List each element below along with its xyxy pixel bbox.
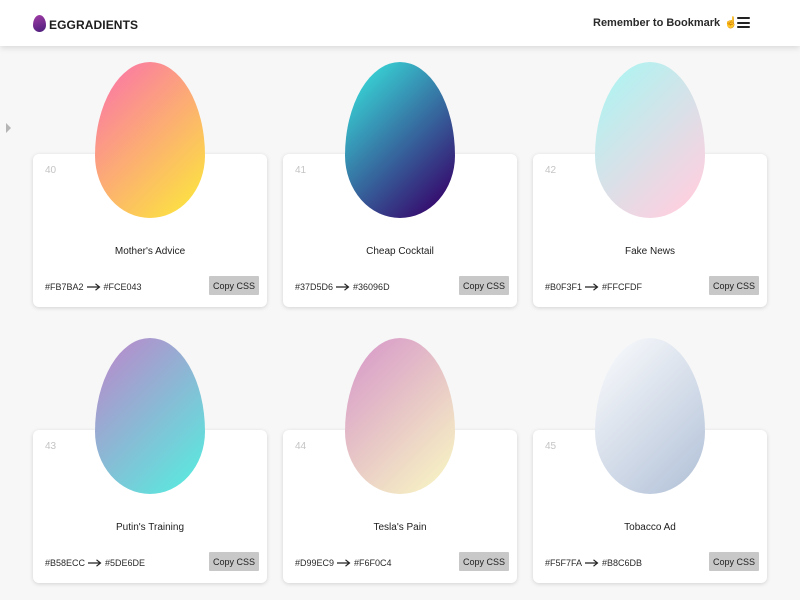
- gradient-title: Tobacco Ad: [624, 522, 676, 533]
- copy-css-button[interactable]: Copy CSS: [459, 552, 509, 571]
- bookmark-reminder: Remember to Bookmark ☝: [593, 16, 738, 29]
- menu-line: [737, 21, 750, 24]
- brand-title[interactable]: EGGRADIENTS: [49, 18, 138, 32]
- color-from: #37D5D6: [295, 282, 334, 292]
- color-to: #FCE043: [103, 282, 142, 292]
- color-from: #B58ECC: [45, 558, 86, 568]
- copy-css-button[interactable]: Copy CSS: [209, 552, 259, 571]
- color-to: #FFCFDF: [602, 282, 643, 292]
- color-to: #F6F0C4: [354, 558, 392, 568]
- egg-logo-icon[interactable]: [33, 15, 46, 32]
- color-to: #36096D: [353, 282, 390, 292]
- color-to: #B8C6DB: [602, 558, 643, 568]
- gradient-title: Tesla's Pain: [373, 522, 427, 533]
- gradient-egg-preview[interactable]: [95, 338, 205, 494]
- arrow-right-icon: [336, 283, 350, 291]
- copy-css-button[interactable]: Copy CSS: [709, 552, 759, 571]
- gradient-number: 41: [295, 165, 307, 176]
- gradient-title: Fake News: [624, 246, 675, 257]
- gradient-number: 43: [45, 441, 57, 452]
- arrow-right-icon: [585, 559, 599, 567]
- gradient-colors: #B0F3F1 #FFCFDF: [545, 282, 642, 292]
- color-from: #FB7BA2: [45, 282, 84, 292]
- gradient-egg-preview[interactable]: [345, 62, 455, 218]
- bookmark-text: Remember to Bookmark: [593, 17, 721, 29]
- color-from: #B0F3F1: [545, 282, 583, 292]
- gradient-egg-preview[interactable]: [595, 338, 705, 494]
- gradient-number: 45: [545, 441, 557, 452]
- gradient-colors: #B58ECC #5DE6DE: [45, 558, 145, 568]
- menu-line: [737, 17, 750, 19]
- gradient-colors: #FB7BA2 #FCE043: [45, 282, 142, 292]
- gradient-title: Mother's Advice: [114, 246, 186, 257]
- gradient-title: Putin's Training: [115, 522, 185, 533]
- gradient-colors: #37D5D6 #36096D: [295, 282, 390, 292]
- color-to: #5DE6DE: [105, 558, 146, 568]
- copy-css-button[interactable]: Copy CSS: [209, 276, 259, 295]
- gradient-number: 44: [295, 441, 307, 452]
- arrow-right-icon: [86, 283, 100, 291]
- top-bar: EGGRADIENTS Remember to Bookmark ☝: [0, 0, 800, 46]
- copy-css-button[interactable]: Copy CSS: [709, 276, 759, 295]
- copy-css-button[interactable]: Copy CSS: [459, 276, 509, 295]
- gradient-egg-preview[interactable]: [95, 62, 205, 218]
- gradient-colors: #D99EC9 #F6F0C4: [295, 558, 392, 568]
- gradient-number: 42: [545, 165, 557, 176]
- color-from: #D99EC9: [295, 558, 335, 568]
- gradient-egg-preview[interactable]: [595, 62, 705, 218]
- arrow-right-icon: [88, 559, 102, 567]
- sidebar-toggle-arrow-icon[interactable]: [6, 123, 11, 133]
- gradient-colors: #F5F7FA #B8C6DB: [545, 558, 642, 568]
- arrow-right-icon: [337, 559, 351, 567]
- gradient-egg-preview[interactable]: [345, 338, 455, 494]
- gradient-title: Cheap Cocktail: [366, 246, 434, 257]
- arrow-right-icon: [585, 283, 599, 291]
- pointing-up-icon: ☝: [724, 17, 738, 29]
- color-from: #F5F7FA: [545, 558, 583, 568]
- gradient-number: 40: [45, 165, 57, 176]
- menu-line: [737, 26, 750, 28]
- hamburger-menu-icon[interactable]: [737, 17, 750, 28]
